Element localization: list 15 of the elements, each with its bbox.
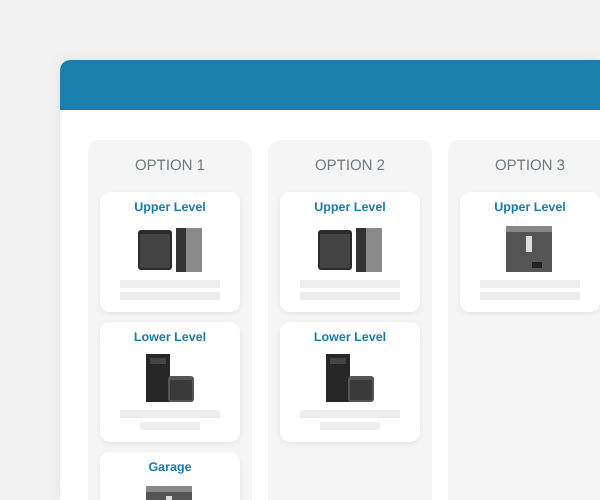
card-title: Lower Level <box>134 330 206 344</box>
option-card[interactable]: Lower Level <box>100 322 240 442</box>
option-card[interactable]: Garage <box>100 452 240 500</box>
card-title: Lower Level <box>314 330 386 344</box>
card-title: Upper Level <box>134 200 206 214</box>
option-card[interactable]: Lower Level <box>280 322 420 442</box>
option-title: OPTION 1 <box>134 156 206 176</box>
option-title: OPTION 2 <box>314 156 386 176</box>
option-card[interactable]: Upper Level <box>280 192 420 312</box>
card-title: Upper Level <box>314 200 386 214</box>
option-title: OPTION 3 <box>494 156 566 176</box>
option-card[interactable]: Upper Level <box>460 192 600 312</box>
card-title: Garage <box>148 460 192 474</box>
option-card[interactable]: Upper Level <box>100 192 240 312</box>
card-title: Upper Level <box>494 200 566 214</box>
